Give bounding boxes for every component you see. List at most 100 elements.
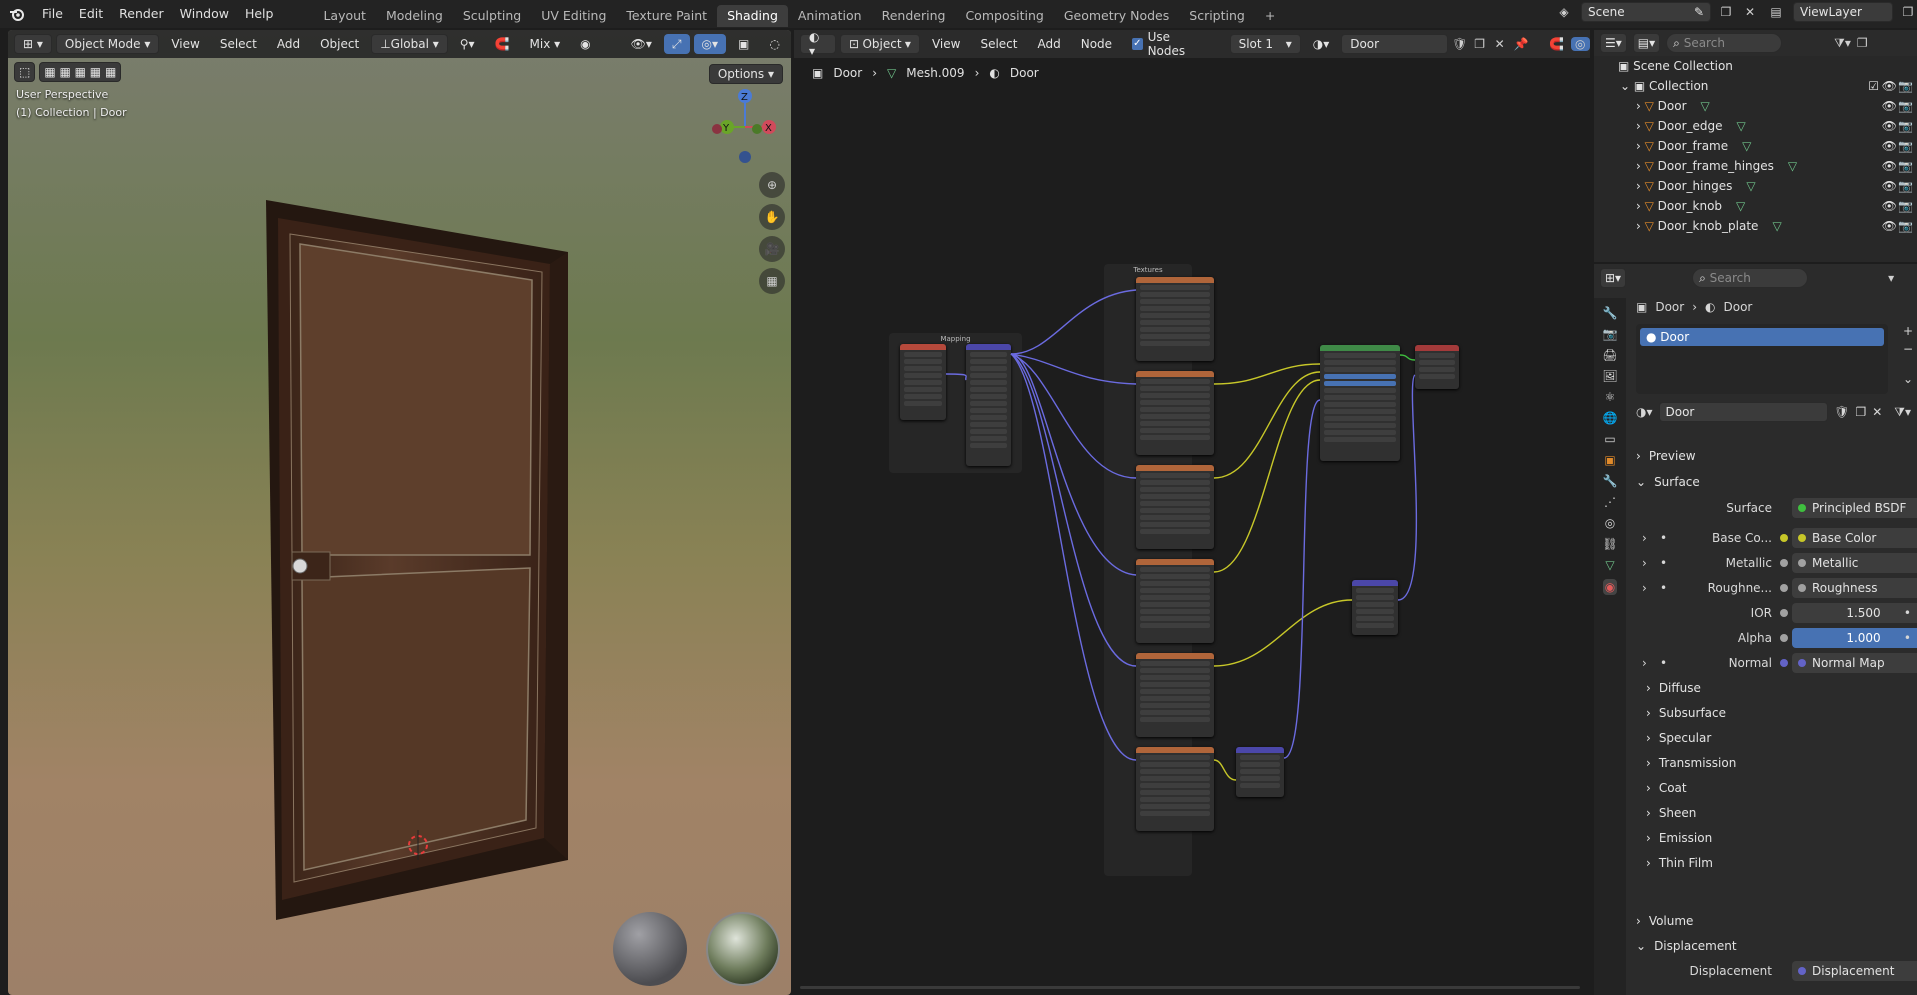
input-value-field[interactable]: Normal Map [1792,653,1917,673]
expand-icon[interactable]: › [1636,139,1645,153]
zoom-icon[interactable]: ⊕ [759,172,785,198]
selection-mode-icons[interactable]: ▦ ▦ ▦ ▦ ▦ [39,62,122,82]
expand-icon[interactable]: › [1636,119,1645,133]
chevron-right-icon[interactable]: › [1642,581,1647,595]
tool-tab-icon[interactable]: 🔧 [1603,306,1618,320]
outliner-scene-collection[interactable]: ▣ Scene Collection [1594,56,1917,76]
snap-mode-selector[interactable]: Mix ▾ [522,34,569,54]
tab-shading[interactable]: Shading [717,5,788,27]
view-layer-icon[interactable]: ▤ [1765,5,1787,19]
object-visibility-icon[interactable]: 👁 [1882,139,1897,153]
shading-wireframe-icon[interactable]: ◌ [761,34,787,54]
slot-menu-icon[interactable]: ⌄ [1903,372,1913,386]
select-box-tool-icon[interactable]: ⬚ [14,62,36,82]
expand-icon[interactable]: › [1636,199,1645,213]
delete-scene-icon[interactable]: ✕ [1741,5,1759,19]
outliner-object-row[interactable]: › ▽ Door_knob_plate ▽ 👁 📷 [1594,216,1917,236]
tab-compositing[interactable]: Compositing [955,5,1053,27]
object-tab-icon[interactable]: ▣ [1604,453,1615,467]
new-collection-icon[interactable]: ❐ [1857,36,1868,50]
collection-visibility-icon[interactable]: 👁 [1882,79,1897,93]
menu-render[interactable]: Render [111,0,172,28]
collection-render-icon[interactable]: 📷 [1898,79,1913,93]
visibility-icon[interactable]: 👁▾ [623,34,660,54]
tab-geometry-nodes[interactable]: Geometry Nodes [1054,5,1179,27]
material-name-field[interactable]: Door [1658,402,1829,422]
gizmo-toggle-icon[interactable]: ⤢ [663,34,690,54]
material-duplicate-icon[interactable]: ❐ [1855,405,1866,419]
expand-icon[interactable]: › [1636,159,1645,173]
object-visibility-icon[interactable]: 👁 [1882,199,1897,213]
options-button[interactable]: Options ▾ [708,64,783,84]
expand-collection-icon[interactable]: ⌄ [1620,79,1634,93]
expand-icon[interactable]: › [1636,99,1645,113]
object-render-icon[interactable]: 📷 [1898,159,1913,173]
tab-sculpting[interactable]: Sculpting [453,5,531,27]
material-fake-user-icon[interactable]: 🛡 [1834,405,1849,419]
pin-icon[interactable]: ✎ [1694,5,1704,19]
tab-uv-editing[interactable]: UV Editing [531,5,616,27]
outliner-display-mode[interactable]: ▤▾ [1632,33,1661,53]
section-surface[interactable]: ⌄ Surface [1636,472,1700,492]
pivot-icon[interactable]: ⚲▾ [452,34,483,54]
tab-rendering[interactable]: Rendering [872,5,956,27]
shader-editor[interactable]: ◐ ▾ ⊡ Object ▾ View Select Add Node ✓ Use… [794,30,1590,995]
outliner-collection[interactable]: ⌄ ▣ Collection ☑ 👁 📷 [1594,76,1917,96]
menu-file[interactable]: File [34,0,71,28]
object-render-icon[interactable]: 📷 [1898,199,1913,213]
object-render-icon[interactable]: 📷 [1898,139,1913,153]
subsection-sheen[interactable]: › Sheen [1646,803,1696,823]
subsection-diffuse[interactable]: › Diffuse [1646,678,1701,698]
add-workspace-button[interactable]: + [1255,5,1285,27]
viewport-menu-object[interactable]: Object [312,34,367,54]
menu-edit[interactable]: Edit [71,0,111,28]
menu-window[interactable]: Window [172,0,237,28]
subsection-specular[interactable]: › Specular [1646,728,1711,748]
collection-tab-icon[interactable]: ▭ [1604,432,1615,446]
material-slot-list[interactable]: ● Door [1636,324,1888,394]
outliner-search-input[interactable]: ⌕ Search [1666,33,1783,53]
object-visibility-icon[interactable]: 👁 [1882,159,1897,173]
pan-hand-icon[interactable]: ✋ [759,204,785,230]
door-model[interactable] [248,160,578,940]
input-value-field[interactable]: Metallic [1792,553,1917,573]
proportional-edit-icon[interactable]: ◉ [572,34,598,54]
outliner-object-row[interactable]: › ▽ Door_edge ▽ 👁 📷 [1594,116,1917,136]
properties-search-input[interactable]: ⌕ Search [1692,268,1809,288]
subsection-subsurface[interactable]: › Subsurface [1646,703,1726,723]
blender-logo-icon[interactable] [0,0,34,28]
tab-texture-paint[interactable]: Texture Paint [616,5,717,27]
displacement-field[interactable]: Displacement [1792,961,1917,981]
outliner-object-row[interactable]: › ▽ Door ▽ 👁 📷 [1594,96,1917,116]
subsection-transmission[interactable]: › Transmission [1646,753,1736,773]
subsection-thin-film[interactable]: › Thin Film [1646,853,1713,873]
chevron-right-icon[interactable]: › [1642,556,1647,570]
new-view-layer-icon[interactable]: ❐ [1899,5,1917,19]
world-tab-icon[interactable]: 🌐 [1603,411,1618,425]
input-value-field[interactable]: Base Color [1792,528,1917,548]
outliner-object-row[interactable]: › ▽ Door_frame_hinges ▽ 👁 📷 [1594,156,1917,176]
properties-options-icon[interactable]: ▾ [1888,271,1894,285]
material-unlink-icon[interactable]: ✕ [1872,405,1882,419]
mode-selector[interactable]: Object Mode ▾ [55,34,160,54]
object-render-icon[interactable]: 📷 [1898,99,1913,113]
tab-animation[interactable]: Animation [788,5,872,27]
filter-icon[interactable]: ⧩▾ [1834,36,1851,51]
viewport-menu-add[interactable]: Add [269,34,308,54]
object-visibility-icon[interactable]: 👁 [1882,179,1897,193]
scene-selector[interactable]: Scene ✎ [1581,2,1711,22]
section-preview[interactable]: › Preview [1636,446,1696,466]
remove-slot-icon[interactable]: − [1903,342,1913,356]
tab-layout[interactable]: Layout [313,5,376,27]
xray-icon[interactable]: ▣ [730,34,757,54]
keyframe-dot-icon[interactable]: • [1904,606,1911,620]
chevron-right-icon[interactable]: › [1642,531,1647,545]
perspective-grid-icon[interactable]: ▦ [759,268,785,294]
object-render-icon[interactable]: 📷 [1898,179,1913,193]
particles-tab-icon[interactable]: ⋰ [1604,495,1616,509]
outliner-object-row[interactable]: › ▽ Door_knob ▽ 👁 📷 [1594,196,1917,216]
node-editor-scrollbar[interactable] [800,986,1580,989]
viewport-menu-select[interactable]: Select [212,34,265,54]
material-filter-icon[interactable]: ⧩▾ [1894,405,1911,420]
outliner-editor-type[interactable]: ☰▾ [1600,33,1627,53]
